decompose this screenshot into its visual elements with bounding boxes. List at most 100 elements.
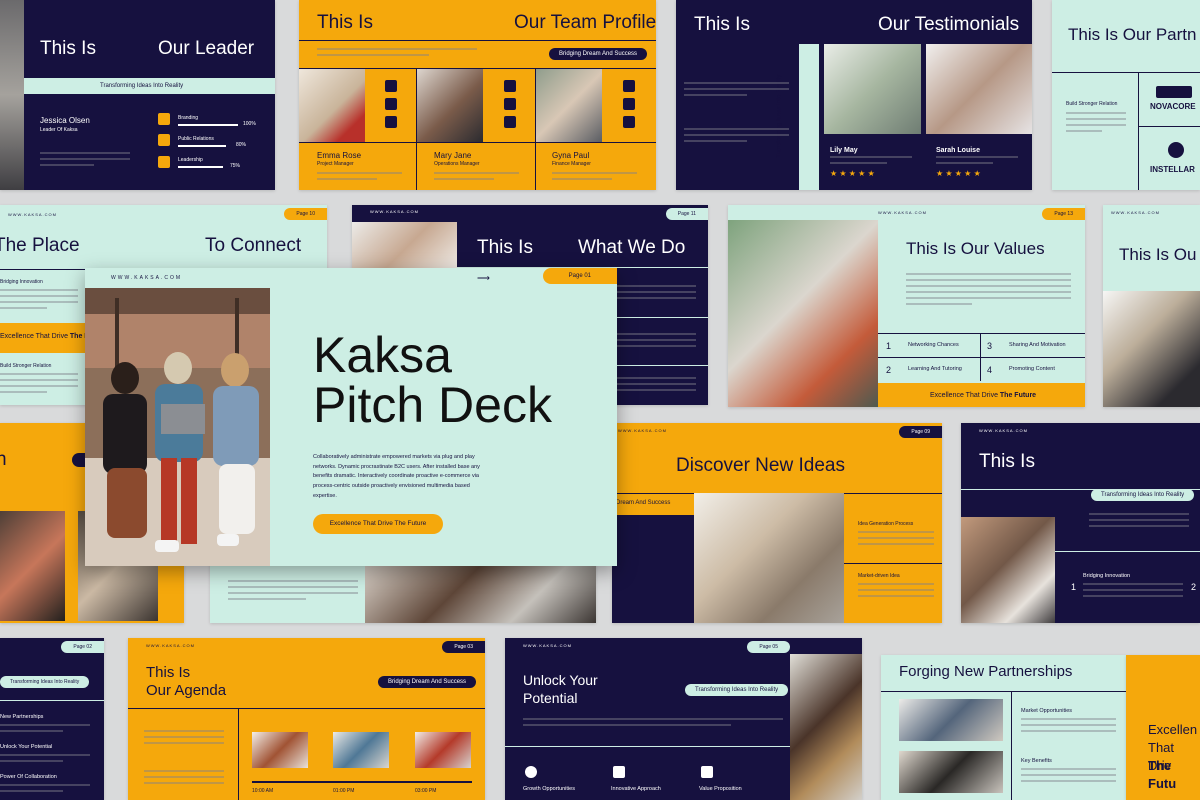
values-label-4: Promoting Content — [1009, 366, 1055, 372]
place-item-1: Bridging Innovation — [0, 279, 43, 285]
excellence-line1: Excellen — [1148, 722, 1198, 737]
place-item-1-desc — [0, 289, 78, 313]
agenda-photo-1 — [252, 732, 308, 768]
wwd-desc-3 — [616, 377, 696, 395]
slide-partners[interactable]: This Is Our Partn Build Stronger Relatio… — [1052, 0, 1200, 190]
testimonials-title-left: This Is — [694, 14, 750, 35]
stat-bar-pr — [178, 145, 226, 147]
this-is-right-num-1: 1 — [1071, 582, 1077, 592]
cover-cta-label: Excellence That Drive The Future — [329, 520, 427, 527]
slide-excellence-right[interactable]: Excellen That Driv The Futu — [1126, 655, 1200, 800]
values-num-2: 2 — [886, 365, 892, 375]
instellar-logo-text: INSTELLAR — [1150, 165, 1195, 174]
discover-navy-col — [612, 515, 694, 623]
calendar-icon — [385, 80, 397, 92]
unlock-desc — [523, 718, 783, 730]
partners-vline — [1138, 72, 1139, 190]
member-name-gyna: Gyna Paul — [552, 151, 590, 160]
partnerships-vline — [1011, 691, 1012, 800]
testimonial-desc-lily — [830, 156, 912, 168]
cover-title: Kaksa Pitch Deck — [313, 330, 552, 430]
wwd-desc-2 — [616, 333, 696, 351]
cover-page-tag: Page 01 — [542, 268, 617, 284]
values-label-3: Sharing And Motivation — [1009, 342, 1066, 348]
cover-title-line1: Kaksa — [313, 327, 452, 383]
discover-right-item-2: Market-driven Idea — [858, 573, 900, 579]
testimonial-photo-lily — [824, 44, 921, 134]
stat-label-branding: Branding — [178, 115, 199, 121]
slide-this-is-right[interactable]: WWW.KAKSA.COM This Is Transforming Ideas… — [961, 423, 1200, 623]
innovative-icon — [613, 766, 625, 778]
values-grid-vline — [980, 333, 981, 381]
wwd-title-left: This Is — [477, 237, 533, 258]
leader-band-text: Transforming Ideas Into Reality — [100, 83, 184, 89]
this-is-right-title: This Is — [979, 451, 1035, 472]
wwd-url: WWW.KAKSA.COM — [370, 209, 419, 214]
grid-icon — [385, 98, 397, 110]
slide-partnerships[interactable]: Forging New Partnerships Market Opportun… — [881, 655, 1126, 800]
leader-photo — [0, 0, 24, 190]
team-desc — [317, 48, 477, 60]
cover-cta-button[interactable]: Excellence That Drive The Future — [313, 514, 443, 534]
this-is-right-num-2: 2 — [1191, 582, 1197, 592]
public-relations-icon — [158, 134, 170, 146]
unlock-url: WWW.KAKSA.COM — [523, 643, 572, 648]
place-title-left: The Place — [0, 235, 80, 256]
slide-team-profile[interactable]: This Is Our Team Profile Bridging Dream … — [299, 0, 656, 190]
unlock-title-2: Potential — [523, 690, 578, 706]
values-num-1: 1 — [886, 341, 892, 351]
agenda-time-1: 10:00 AM — [252, 788, 274, 794]
cover-photo-art — [85, 288, 270, 566]
member-name-emma: Emma Rose — [317, 151, 362, 160]
testimonial-name-sarah: Sarah Louise — [936, 147, 980, 154]
member-photo-mary — [417, 69, 483, 142]
values-num-4: 4 — [987, 365, 993, 375]
values-band-pre: Excellence That Drive — [930, 392, 1000, 399]
wwd-title-right: What We Do — [578, 237, 686, 258]
discover-page-tag: Page 09 — [899, 426, 942, 438]
slide-right-top[interactable]: WWW.KAKSA.COM This Is Ou — [1103, 205, 1200, 407]
slide-cover[interactable]: WWW.KAKSA.COM ⟶ Page 01 Kaksa Pitch Deck… — [85, 268, 617, 566]
agenda-title-2: Our Agenda — [146, 682, 227, 699]
left-mid-photo-1 — [0, 511, 65, 621]
discover-pill-text: Dream And Success — [616, 500, 671, 506]
slide-testimonials[interactable]: This Is Our Testimonials Transforming Id… — [676, 0, 1032, 190]
leadership-icon — [158, 156, 170, 168]
slide-values[interactable]: WWW.KAKSA.COM Page 13 This Is Our Values… — [728, 205, 1085, 407]
slide-behind-cover — [210, 560, 596, 623]
leader-desc — [40, 152, 130, 170]
agenda-time-3: 03:00 PM — [415, 788, 437, 794]
growth-icon — [525, 766, 537, 778]
slide-discover[interactable]: WWW.KAKSA.COM Page 09 Discover New Ideas… — [612, 423, 942, 623]
search-icon — [623, 80, 635, 92]
bl-item-2: Unlock Your Potential — [0, 744, 53, 750]
stat-value-pr: 80% — [236, 142, 247, 148]
place-item-2-desc — [0, 373, 78, 397]
values-label-2: Learning And Tutoring — [908, 366, 962, 372]
slide-agenda[interactable]: WWW.KAKSA.COM Page 03 This Is Our Agenda… — [128, 638, 485, 800]
values-band-text: Excellence That Drive The Future — [930, 391, 1036, 401]
values-num-3: 3 — [987, 341, 993, 351]
this-is-right-pill: Transforming Ideas Into Reality — [1091, 489, 1195, 501]
team-divider-3 — [299, 142, 656, 143]
place-page-tag: Page 10 — [284, 208, 327, 220]
partners-divider — [1052, 72, 1200, 73]
behind-cover-desc — [228, 580, 358, 604]
value-icon — [701, 766, 713, 778]
agenda-desc-1 — [144, 730, 224, 748]
stat-label-pr: Public Relations — [178, 136, 214, 142]
slide-unlock[interactable]: WWW.KAKSA.COM Page 05 Unlock Your Potent… — [505, 638, 862, 800]
slide-bottom-left[interactable]: Page 02 Transforming Ideas Into Reality … — [0, 638, 104, 800]
calculator-icon — [504, 80, 516, 92]
values-grid-mid — [878, 357, 1085, 358]
partnerships-photo-1 — [899, 699, 1003, 741]
agenda-title-1: This Is — [146, 664, 191, 681]
unlock-page-tag: Page 05 — [747, 641, 790, 653]
values-label-1: Networking Chances — [908, 342, 959, 348]
slide-our-leader[interactable]: This Is Our Leader Transforming Ideas In… — [0, 0, 275, 190]
partnerships-item-2-desc — [1021, 768, 1116, 786]
agenda-timeline — [252, 781, 472, 783]
bl-item-2-desc — [0, 754, 90, 766]
bl-item-3: Power Of Collaboration — [0, 774, 57, 780]
stat-bar-branding — [178, 124, 238, 126]
